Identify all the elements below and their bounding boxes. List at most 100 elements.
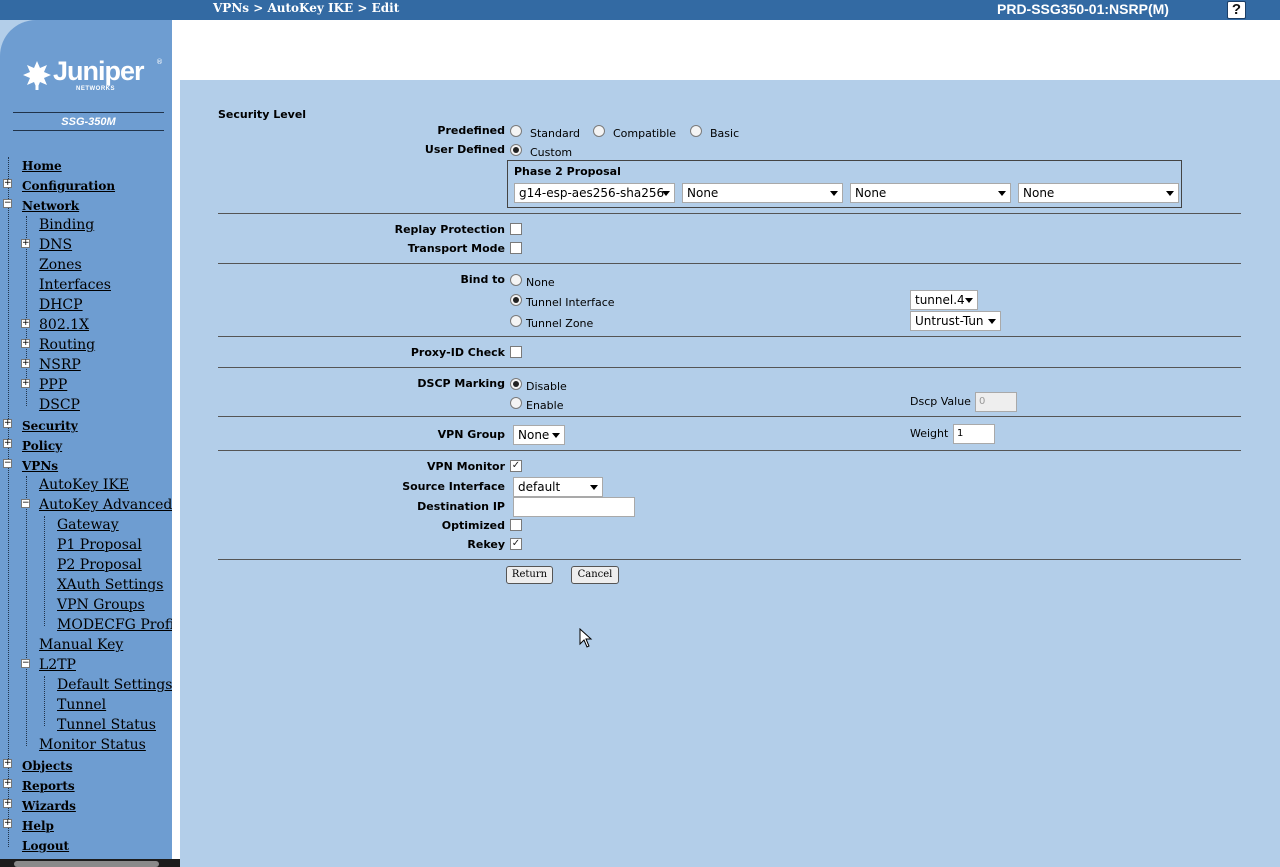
expand-icon[interactable]: + bbox=[21, 379, 30, 388]
nav-manual-key[interactable]: Manual Key bbox=[39, 637, 123, 653]
select-value: default bbox=[518, 480, 561, 494]
nav-help[interactable]: Help bbox=[22, 819, 54, 833]
expand-icon[interactable]: + bbox=[3, 819, 12, 828]
top-bar: VPNs > AutoKey IKE > Edit PRD-SSG350-01:… bbox=[0, 0, 1280, 20]
nav-autokey-ike[interactable]: AutoKey IKE bbox=[39, 477, 129, 493]
nav-gateway[interactable]: Gateway bbox=[57, 517, 119, 533]
dscp-value-input[interactable]: 0 bbox=[975, 392, 1017, 412]
dscp-enable-label: Enable bbox=[526, 399, 564, 412]
proxy-id-check-checkbox[interactable] bbox=[510, 346, 522, 358]
return-button[interactable]: Return bbox=[506, 566, 553, 584]
nav-p1-proposal[interactable]: P1 Proposal bbox=[57, 537, 142, 553]
select-value: None bbox=[518, 428, 550, 442]
nav-network[interactable]: Network bbox=[22, 199, 79, 213]
nav-dns[interactable]: DNS bbox=[39, 237, 72, 253]
collapse-icon[interactable]: − bbox=[3, 199, 12, 208]
nav-l2tp[interactable]: L2TP bbox=[39, 657, 76, 673]
source-interface-select[interactable]: default bbox=[513, 477, 603, 497]
nav-dscp[interactable]: DSCP bbox=[39, 397, 80, 413]
nav-dhcp[interactable]: DHCP bbox=[39, 297, 83, 313]
nav-autokey-advanced[interactable]: AutoKey Advanced bbox=[39, 497, 172, 513]
nav-tunnel-status[interactable]: Tunnel Status bbox=[57, 717, 156, 733]
expand-icon[interactable]: + bbox=[21, 239, 30, 248]
expand-icon[interactable]: + bbox=[3, 439, 12, 448]
brand-sub: NETWORKS bbox=[76, 86, 115, 92]
bind-none-radio[interactable] bbox=[510, 274, 522, 286]
vpn-group-label: VPN Group bbox=[437, 428, 505, 441]
custom-radio[interactable] bbox=[510, 144, 522, 156]
vpn-group-select[interactable]: None bbox=[513, 425, 565, 445]
expand-icon[interactable]: + bbox=[3, 179, 12, 188]
tree-line bbox=[44, 676, 45, 726]
nav-configuration[interactable]: Configuration bbox=[22, 179, 115, 193]
dscp-disable-radio[interactable] bbox=[510, 378, 522, 390]
nav-wizards[interactable]: Wizards bbox=[22, 799, 76, 813]
scrollbar-thumb[interactable] bbox=[14, 861, 159, 867]
nav-vpn-groups[interactable]: VPN Groups bbox=[57, 597, 145, 613]
optimized-checkbox[interactable] bbox=[510, 519, 522, 531]
weight-input[interactable]: 1 bbox=[953, 424, 995, 444]
bind-tunnel-interface-radio[interactable] bbox=[510, 294, 522, 306]
nav-reports[interactable]: Reports bbox=[22, 779, 75, 793]
expand-icon[interactable]: + bbox=[21, 319, 30, 328]
nav-modecfg-profile[interactable]: MODECFG Profile bbox=[57, 617, 172, 633]
collapse-icon[interactable]: − bbox=[3, 459, 12, 468]
help-button[interactable]: ? bbox=[1227, 1, 1246, 19]
destination-ip-input[interactable] bbox=[513, 497, 635, 517]
standard-radio[interactable] bbox=[510, 125, 522, 137]
nav-p2-proposal[interactable]: P2 Proposal bbox=[57, 557, 142, 573]
nav-security[interactable]: Security bbox=[22, 419, 78, 433]
collapse-icon[interactable]: − bbox=[21, 499, 30, 508]
expand-icon[interactable]: + bbox=[21, 359, 30, 368]
proxy-id-check-label: Proxy-ID Check bbox=[410, 346, 505, 359]
expand-icon[interactable]: + bbox=[3, 779, 12, 788]
sidebar-scrollbar[interactable] bbox=[0, 859, 180, 867]
nav-routing[interactable]: Routing bbox=[39, 337, 95, 353]
dscp-enable-radio[interactable] bbox=[510, 397, 522, 409]
collapse-icon[interactable]: − bbox=[21, 659, 30, 668]
tree-line bbox=[26, 476, 27, 746]
sidebar-border bbox=[172, 20, 180, 867]
divider bbox=[218, 416, 1241, 417]
nav-binding[interactable]: Binding bbox=[39, 217, 94, 233]
dscp-value-label: Dscp Value bbox=[910, 395, 971, 408]
nav-home[interactable]: Home bbox=[22, 159, 62, 173]
nav-nsrp[interactable]: NSRP bbox=[39, 357, 81, 373]
device-name: PRD-SSG350-01:NSRP(M) bbox=[997, 1, 1169, 17]
nav-default-settings[interactable]: Default Settings bbox=[57, 677, 172, 693]
expand-icon[interactable]: + bbox=[3, 799, 12, 808]
compatible-radio[interactable] bbox=[593, 125, 605, 137]
expand-icon[interactable]: + bbox=[3, 419, 12, 428]
rekey-checkbox[interactable]: ✓ bbox=[510, 538, 522, 550]
nav-zones[interactable]: Zones bbox=[39, 257, 82, 273]
divider bbox=[218, 213, 1241, 214]
nav-802-1x[interactable]: 802.1X bbox=[39, 317, 89, 333]
basic-radio[interactable] bbox=[690, 125, 702, 137]
expand-icon[interactable]: + bbox=[21, 339, 30, 348]
nav-monitor-status[interactable]: Monitor Status bbox=[39, 737, 146, 753]
nav-interfaces[interactable]: Interfaces bbox=[39, 277, 111, 293]
bind-tunnel-zone-radio[interactable] bbox=[510, 315, 522, 327]
nav-ppp[interactable]: PPP bbox=[39, 377, 67, 393]
nav-logout[interactable]: Logout bbox=[22, 839, 69, 853]
nav-xauth-settings[interactable]: XAuth Settings bbox=[57, 577, 163, 593]
cancel-button[interactable]: Cancel bbox=[571, 566, 619, 584]
tunnel-zone-select[interactable]: Untrust-Tun bbox=[910, 311, 1001, 331]
nav-vpns[interactable]: VPNs bbox=[22, 459, 58, 473]
tunnel-interface-select[interactable]: tunnel.4 bbox=[910, 290, 978, 310]
phase2-proposal-2-select[interactable]: None bbox=[682, 183, 843, 203]
nav-policy[interactable]: Policy bbox=[22, 439, 62, 453]
nav-tunnel[interactable]: Tunnel bbox=[57, 697, 106, 713]
expand-icon[interactable]: + bbox=[3, 759, 12, 768]
transport-mode-checkbox[interactable] bbox=[510, 242, 522, 254]
nav-objects[interactable]: Objects bbox=[22, 759, 72, 773]
phase2-proposal-1-select[interactable]: g14-esp-aes256-sha256 bbox=[514, 183, 675, 203]
vpn-monitor-checkbox[interactable]: ✓ bbox=[510, 460, 522, 472]
content-header bbox=[180, 20, 1280, 80]
weight-label: Weight bbox=[910, 427, 949, 440]
phase2-proposal-3-select[interactable]: None bbox=[850, 183, 1011, 203]
custom-label: Custom bbox=[530, 146, 573, 159]
replay-protection-checkbox[interactable] bbox=[510, 223, 522, 235]
phase2-proposal-4-select[interactable]: None bbox=[1018, 183, 1179, 203]
user-defined-label: User Defined bbox=[424, 143, 505, 156]
